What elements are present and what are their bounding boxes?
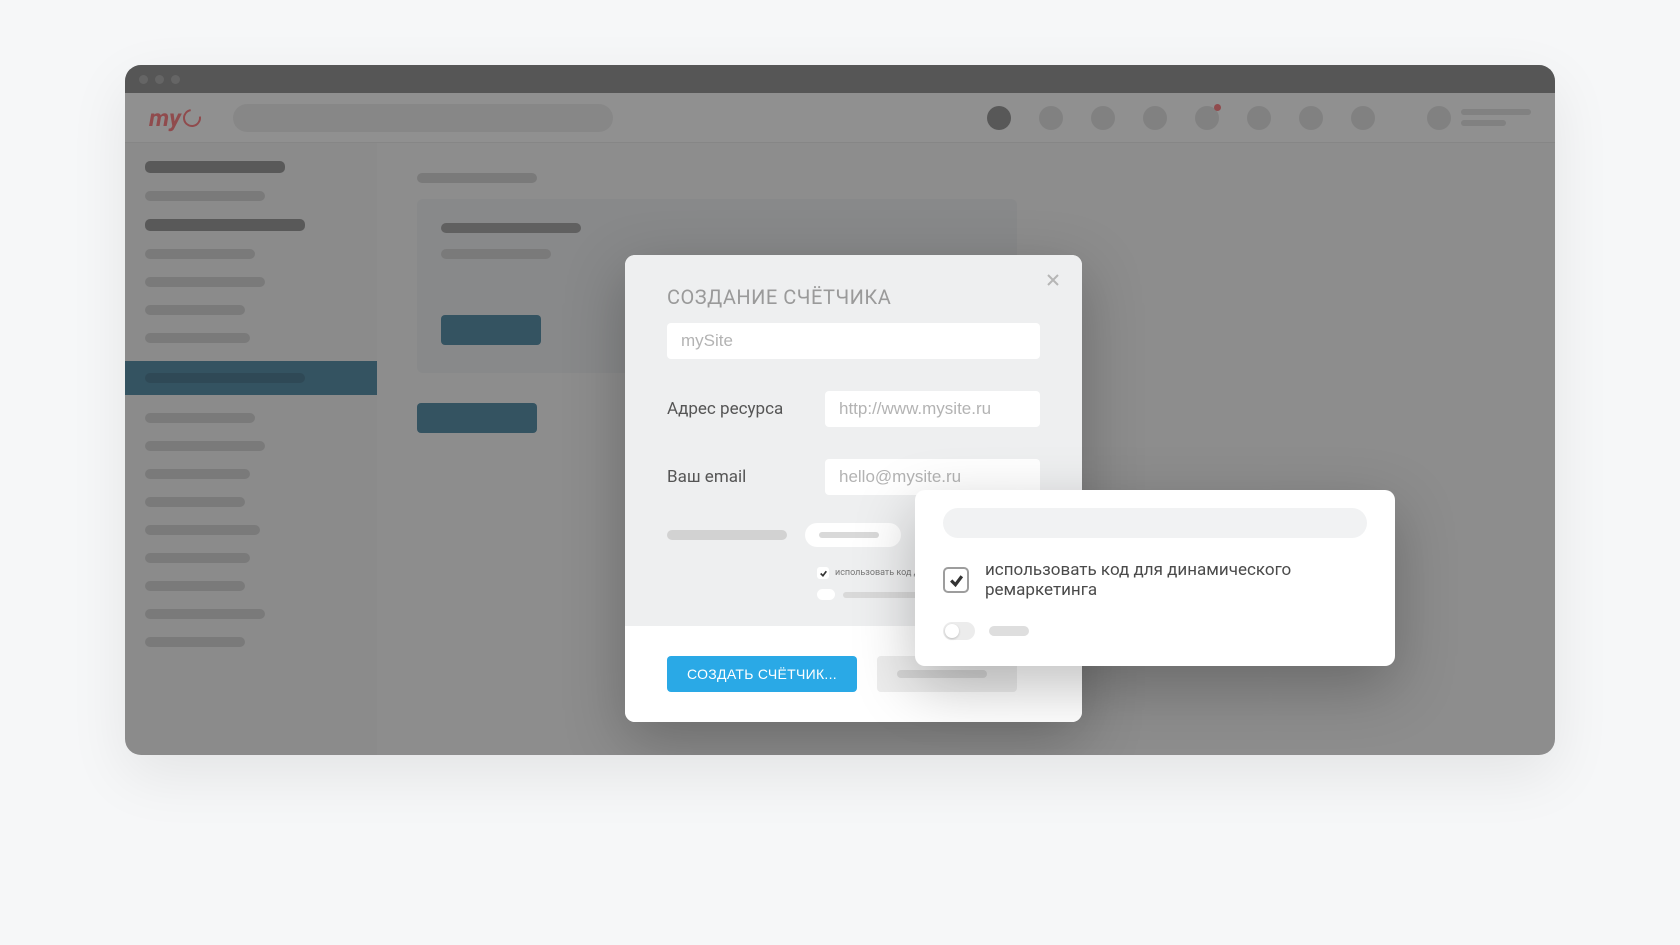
app-window: my [125,65,1555,755]
dynamic-remarketing-label: использовать код для динамического ремар… [985,560,1367,600]
callout-toggle[interactable] [943,622,975,640]
extra-field-input[interactable] [805,523,901,547]
modal-title: СОЗДАНИЕ СЧЁТЧИКА [667,285,1040,309]
dynamic-remarketing-checkbox[interactable] [943,567,969,593]
dynamic-remarketing-checkbox-small[interactable] [817,567,829,579]
checkbox-callout: использовать код для динамического ремар… [915,490,1395,666]
resource-url-input[interactable] [825,391,1040,427]
close-icon[interactable] [1042,269,1064,291]
email-label: Ваш email [667,467,807,487]
extra-toggle-small[interactable] [817,589,835,600]
callout-field-placeholder[interactable] [943,508,1367,538]
create-counter-button[interactable]: СОЗДАТЬ СЧЁТЧИК... [667,656,857,692]
resource-url-label: Адрес ресурса [667,399,807,419]
counter-name-input[interactable] [667,323,1040,359]
callout-toggle-label [989,626,1029,636]
